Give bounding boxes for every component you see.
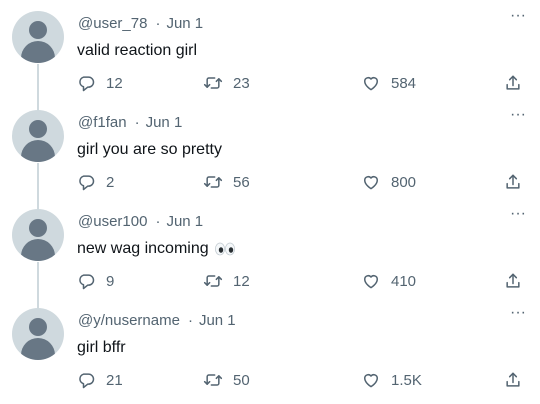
tweet-meta: @y/nusername · Jun 1	[78, 312, 236, 329]
retweet-button[interactable]: 56	[203, 172, 250, 192]
share-icon	[506, 372, 520, 387]
share-icon	[506, 75, 520, 90]
retweet-icon	[203, 275, 223, 287]
tweet-text: girl you are so pretty	[77, 141, 222, 158]
more-icon[interactable]: ···	[510, 206, 526, 222]
like-count: 584	[391, 74, 417, 92]
avatar[interactable]	[12, 308, 64, 360]
retweet-count: 50	[233, 371, 250, 389]
separator: ·	[155, 15, 161, 32]
share-icon	[506, 273, 520, 288]
more-icon[interactable]: ···	[510, 305, 526, 321]
reply-count: 12	[106, 74, 123, 92]
tweet-meta: @f1fan · Jun 1	[78, 114, 182, 131]
more-icon[interactable]: ···	[510, 107, 526, 123]
like-button[interactable]: 800	[361, 172, 416, 192]
avatar[interactable]	[12, 11, 64, 63]
reply-icon	[79, 373, 95, 389]
username[interactable]: @user100	[78, 213, 147, 230]
share-icon	[506, 174, 520, 189]
retweet-icon	[203, 176, 223, 188]
separator: ·	[155, 213, 161, 230]
retweet-count: 23	[233, 74, 250, 92]
more-icon[interactable]: ···	[510, 8, 526, 24]
reply-icon	[79, 274, 95, 290]
heart-icon	[364, 176, 378, 190]
retweet-button[interactable]: 50	[203, 370, 250, 390]
heart-icon	[364, 275, 378, 289]
reply-button[interactable]: 9	[76, 271, 114, 291]
username[interactable]: @y/nusername	[78, 312, 180, 329]
share-button[interactable]	[503, 172, 523, 192]
like-button[interactable]: 1.5K	[361, 370, 422, 390]
like-count: 800	[391, 173, 417, 191]
tweet-text-content: new wag incoming	[77, 240, 209, 257]
username[interactable]: @f1fan	[78, 114, 127, 131]
retweet-button[interactable]: 23	[203, 73, 250, 93]
tweet[interactable]: @y/nusername · Jun 1 ··· girl bffr 21 50 1…	[0, 297, 540, 396]
separator: ·	[187, 312, 193, 329]
retweet-count: 56	[233, 173, 250, 191]
tweet-text: valid reaction girl	[77, 42, 198, 59]
reply-count: 2	[106, 173, 115, 191]
like-count: 410	[391, 272, 417, 290]
action-bar: 2 56 800	[0, 172, 540, 196]
tweet-date[interactable]: Jun 1	[146, 114, 183, 131]
tweet[interactable]: @f1fan · Jun 1 ··· girl you are so pretty …	[0, 99, 540, 198]
tweet[interactable]: @user100 · Jun 1 ··· new wag incoming 9 12…	[0, 198, 540, 297]
reply-icon	[79, 175, 95, 191]
tweet-meta: @user_78 · Jun 1	[78, 15, 203, 32]
reply-count: 21	[106, 371, 123, 389]
tweet-date[interactable]: Jun 1	[199, 312, 236, 329]
heart-icon	[364, 77, 378, 91]
tweet-text: new wag incoming	[77, 240, 236, 258]
avatar[interactable]	[12, 110, 64, 162]
share-button[interactable]	[503, 271, 523, 291]
avatar[interactable]	[12, 209, 64, 261]
tweet-meta: @user100 · Jun 1	[78, 213, 203, 230]
username[interactable]: @user_78	[78, 15, 147, 32]
action-bar: 12 23 584	[0, 73, 540, 97]
heart-icon	[364, 374, 378, 388]
like-button[interactable]: 410	[361, 271, 416, 291]
like-count: 1.5K	[391, 371, 422, 389]
reply-button[interactable]: 12	[76, 73, 123, 93]
retweet-icon	[203, 374, 223, 386]
share-button[interactable]	[503, 73, 523, 93]
reply-icon	[79, 76, 95, 92]
retweet-button[interactable]: 12	[203, 271, 250, 291]
reply-button[interactable]: 21	[76, 370, 123, 390]
separator: ·	[134, 114, 140, 131]
like-button[interactable]: 584	[361, 73, 416, 93]
reply-count: 9	[106, 272, 115, 290]
action-bar: 21 50 1.5K	[0, 370, 540, 394]
tweet[interactable]: @user_78 · Jun 1 ··· valid reaction girl 1…	[0, 0, 540, 99]
tweet-date[interactable]: Jun 1	[166, 213, 203, 230]
tweet-text: girl bffr	[77, 339, 126, 356]
share-button[interactable]	[503, 370, 523, 390]
tweet-date[interactable]: Jun 1	[166, 15, 203, 32]
eyes-emoji	[214, 242, 235, 256]
action-bar: 9 12 410	[0, 271, 540, 295]
retweet-count: 12	[233, 272, 250, 290]
retweet-icon	[203, 77, 223, 89]
reply-button[interactable]: 2	[76, 172, 114, 192]
